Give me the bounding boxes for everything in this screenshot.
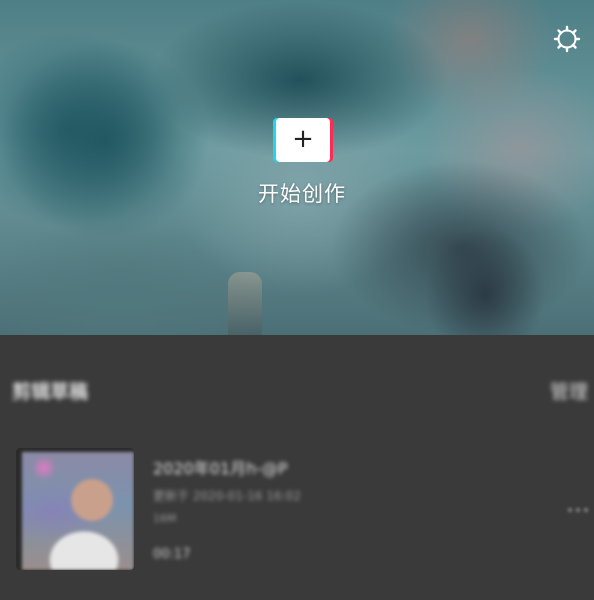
draft-size: 16M <box>153 512 177 525</box>
hero-smoke <box>0 40 210 240</box>
draft-thumbnail-image <box>22 452 134 570</box>
hero-banner: + 开始创作 <box>0 0 594 335</box>
hero-figure <box>395 190 545 335</box>
gear-icon <box>553 25 581 53</box>
plus-icon: + <box>292 124 314 154</box>
draft-updated-time: 更新于 2020-01-16 16:02 <box>153 489 301 503</box>
draft-thumbnail <box>16 448 134 570</box>
hero-hand <box>228 272 262 335</box>
settings-button[interactable] <box>550 22 584 56</box>
start-create-button[interactable]: + <box>276 118 330 162</box>
manage-button[interactable]: 管理 <box>550 377 588 404</box>
drafts-panel: 剪辑草稿 管理 2020年01月h-@P 更新于 2020-01-16 16:0… <box>0 335 594 600</box>
start-create-label[interactable]: 开始创作 <box>227 178 377 208</box>
draft-item[interactable]: 2020年01月h-@P 更新于 2020-01-16 16:02 16M 00… <box>0 440 594 580</box>
draft-title: 2020年01月h-@P <box>153 459 288 478</box>
more-icon[interactable] <box>566 500 590 520</box>
drafts-section-title: 剪辑草稿 <box>12 381 89 403</box>
draft-duration: 00:17 <box>153 547 191 562</box>
